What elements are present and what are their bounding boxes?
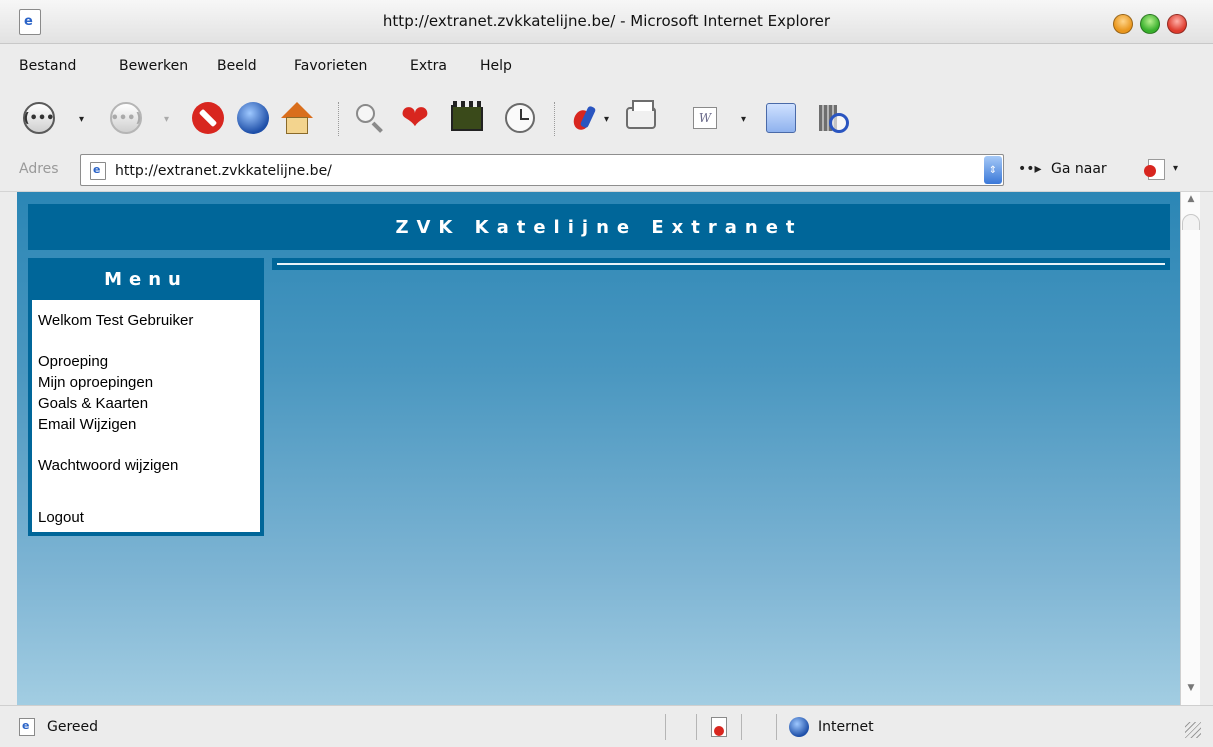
go-button[interactable]: Ga naar	[1051, 161, 1107, 177]
minimize-button[interactable]	[1113, 14, 1133, 34]
edit-word-icon: W	[693, 107, 717, 129]
welcome-text: Welkom Test Gebruiker	[38, 312, 194, 329]
scroll-up-icon[interactable]: ▲	[1181, 194, 1201, 212]
address-label: Adres	[19, 161, 59, 177]
print-icon	[626, 100, 656, 129]
history-clock-icon	[505, 103, 535, 133]
resize-grip-icon[interactable]	[1185, 722, 1201, 738]
research-icon	[817, 103, 849, 133]
menu-help[interactable]: Help	[480, 58, 512, 74]
refresh-globe-icon	[237, 102, 269, 134]
address-url[interactable]: http://extranet.zvkkatelijne.be/	[115, 163, 332, 179]
page-document-icon	[90, 162, 106, 180]
edit-dropdown-icon[interactable]: ▾	[741, 114, 746, 125]
search-icon	[354, 102, 386, 134]
refresh-button[interactable]	[235, 100, 271, 136]
scroll-track-cap	[1182, 214, 1200, 230]
menu-panel: Welkom Test Gebruiker Oproeping Mijn opr…	[32, 300, 260, 532]
status-separator	[696, 714, 697, 740]
go-arrow-icon[interactable]: ••▸	[1018, 161, 1042, 177]
menu-link-email-wijzigen[interactable]: Email Wijzigen	[38, 414, 254, 435]
research-button[interactable]	[814, 100, 850, 136]
menu-heading: Menu	[104, 268, 188, 290]
media-button[interactable]	[449, 100, 485, 136]
scroll-down-icon[interactable]: ▼	[1181, 683, 1201, 701]
title-bar: http://extranet.zvkkatelijne.be/ - Micro…	[0, 0, 1213, 44]
status-separator	[741, 714, 742, 740]
security-icon	[711, 717, 727, 737]
address-bar: Adres http://extranet.zvkkatelijne.be/ ⇕…	[0, 148, 1213, 192]
back-icon: (•••	[23, 102, 55, 134]
status-separator	[776, 714, 777, 740]
side-menu: Menu Welkom Test Gebruiker Oproeping Mij…	[28, 258, 264, 536]
status-text: Gereed	[47, 719, 99, 735]
forward-icon: •••)	[110, 102, 142, 134]
media-icon	[451, 101, 483, 131]
menu-link-logout[interactable]: Logout	[38, 507, 254, 528]
forward-dropdown-icon[interactable]: ▾	[164, 114, 169, 125]
mail-dropdown-icon[interactable]: ▾	[604, 114, 609, 125]
menu-link-oproeping[interactable]: Oproeping	[38, 351, 254, 372]
status-bar: Gereed Internet	[0, 705, 1213, 747]
menu-link-goals-kaarten[interactable]: Goals & Kaarten	[38, 393, 254, 414]
home-button[interactable]	[279, 100, 315, 136]
address-dropdown-icon[interactable]: ⇕	[984, 156, 1002, 184]
page-title: ZVK Katelijne Extranet	[395, 216, 803, 238]
edit-button[interactable]: W	[687, 100, 723, 136]
pdf-dropdown-icon[interactable]: ▾	[1173, 163, 1178, 174]
mail-icon	[570, 104, 598, 132]
pdf-icon[interactable]	[1144, 157, 1166, 181]
menu-link-mijn-oproepingen[interactable]: Mijn oproepingen	[38, 372, 254, 393]
page-viewport: ZVK Katelijne Extranet Menu Welkom Test …	[17, 192, 1180, 705]
menu-bar: Bestand Bewerken Beeld Favorieten Extra …	[0, 44, 1213, 86]
content-divider	[272, 258, 1170, 270]
menu-beeld[interactable]: Beeld	[217, 58, 257, 74]
toolbar: (••• ▾ •••) ▾ ❤ ▾ W ▾	[0, 86, 1213, 148]
discuss-note-icon	[766, 103, 796, 133]
search-button[interactable]	[352, 100, 388, 136]
page-header: ZVK Katelijne Extranet	[28, 204, 1170, 250]
favorites-heart-icon: ❤	[400, 98, 430, 138]
menu-bewerken[interactable]: Bewerken	[119, 58, 188, 74]
favorites-button[interactable]: ❤	[397, 100, 433, 136]
menu-favorieten[interactable]: Favorieten	[294, 58, 367, 74]
discuss-button[interactable]	[763, 100, 799, 136]
close-button[interactable]	[1167, 14, 1187, 34]
print-button[interactable]	[623, 100, 659, 136]
address-input[interactable]: http://extranet.zvkkatelijne.be/ ⇕	[80, 154, 1004, 186]
menu-extra[interactable]: Extra	[410, 58, 447, 74]
vertical-scrollbar[interactable]: ▲ ▼	[1180, 192, 1200, 705]
window-title: http://extranet.zvkkatelijne.be/ - Micro…	[382, 12, 831, 30]
back-dropdown-icon[interactable]: ▾	[79, 114, 84, 125]
menu-link-wachtwoord-wijzigen[interactable]: Wachtwoord wijzigen	[38, 455, 254, 476]
stop-button[interactable]	[190, 100, 226, 136]
home-icon	[280, 102, 314, 134]
internet-zone-icon	[789, 717, 809, 737]
stop-icon	[192, 102, 224, 134]
forward-button[interactable]: •••)	[108, 100, 144, 136]
toolbar-separator	[338, 102, 339, 136]
zone-text: Internet	[818, 719, 874, 735]
status-separator	[665, 714, 666, 740]
toolbar-separator	[554, 102, 555, 136]
history-button[interactable]	[502, 100, 538, 136]
mail-button[interactable]	[566, 100, 602, 136]
maximize-button[interactable]	[1140, 14, 1160, 34]
back-button[interactable]: (•••	[21, 100, 57, 136]
menu-bestand[interactable]: Bestand	[19, 58, 76, 74]
page-document-icon	[19, 718, 35, 736]
